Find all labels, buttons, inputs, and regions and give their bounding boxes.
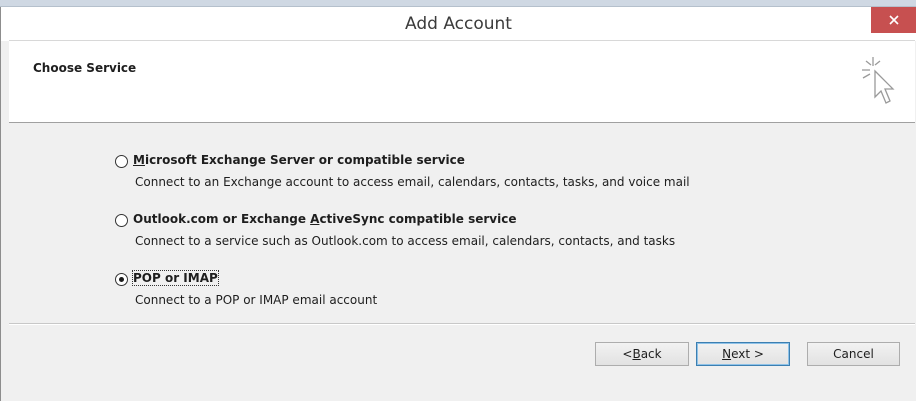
next-button[interactable]: Next > (696, 342, 790, 366)
back-button[interactable]: < Back (595, 342, 689, 366)
close-icon (888, 15, 899, 25)
background-strip (0, 0, 916, 7)
option-exchange-label[interactable]: Microsoft Exchange Server or compatible … (133, 153, 465, 167)
option-activesync-description: Connect to a service such as Outlook.com… (135, 234, 676, 248)
option-pop-imap-label[interactable]: POP or IMAP (132, 270, 219, 286)
radio-exchange[interactable] (115, 155, 128, 168)
footer-divider-highlight (9, 324, 915, 325)
page-title: Choose Service (33, 61, 137, 75)
title-bar[interactable]: Add Account (1, 7, 916, 41)
option-exchange-description: Connect to an Exchange account to access… (135, 175, 690, 189)
wizard-header: Choose Service (9, 40, 915, 123)
service-options: Microsoft Exchange Server or compatible … (9, 123, 915, 323)
option-pop-imap-description: Connect to a POP or IMAP email account (135, 293, 378, 307)
window-title: Add Account (405, 14, 512, 34)
cursor-sparkle-icon (862, 57, 895, 104)
radio-activesync[interactable] (115, 214, 128, 227)
cancel-button[interactable]: Cancel (807, 342, 900, 366)
option-activesync-label[interactable]: Outlook.com or Exchange ActiveSync compa… (133, 212, 516, 226)
close-button[interactable] (871, 7, 916, 33)
radio-pop-imap[interactable] (115, 273, 128, 286)
